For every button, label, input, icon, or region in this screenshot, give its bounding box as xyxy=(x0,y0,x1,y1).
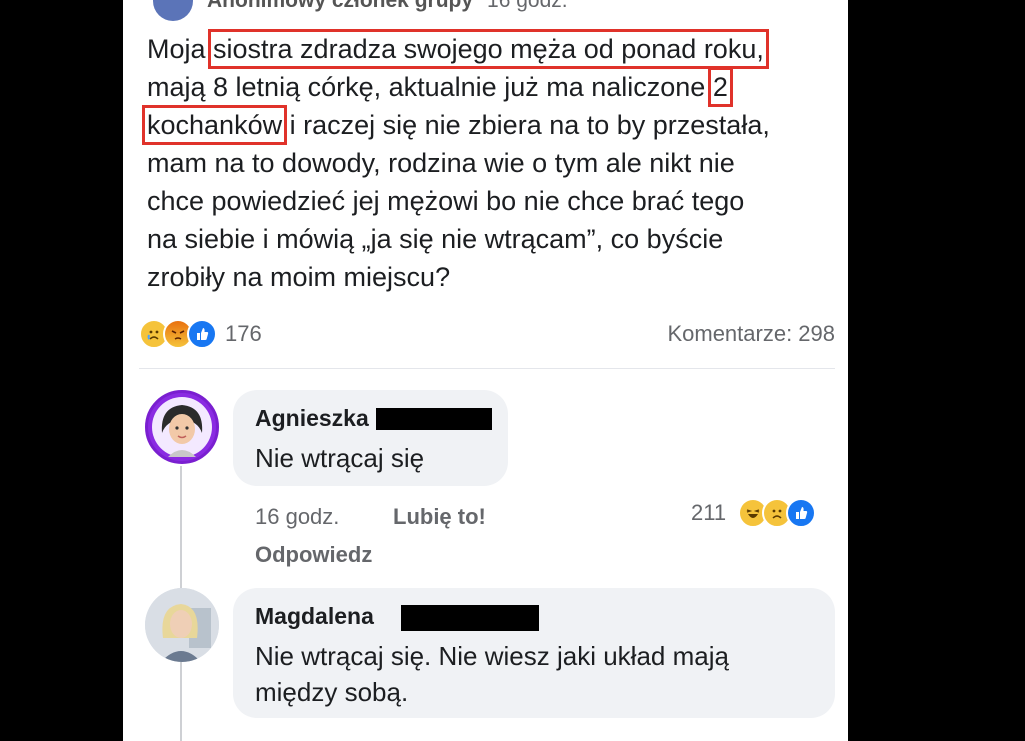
post-line: zrobiły na moim miejscu? xyxy=(147,262,451,292)
highlighted-text: siostra zdradza swojego męża od ponad ro… xyxy=(208,29,769,69)
reactions-count[interactable]: 176 xyxy=(225,321,262,347)
anonymous-avatar-icon[interactable] xyxy=(153,0,193,21)
like-button[interactable]: Lubię to! xyxy=(393,504,486,530)
divider xyxy=(139,368,835,369)
post-line: chce powiedzieć jej mężowi bo nie chce b… xyxy=(147,186,745,216)
post-text: Moja siostra zdradza swojego męża od pon… xyxy=(141,29,837,296)
comment-bubble: Magdalena Nie wtrącaj się. Nie wiesz jak… xyxy=(233,588,835,718)
post-line: kochanków i raczej się nie zbiera na to … xyxy=(141,105,837,145)
post-text-segment: i raczej się nie zbiera na to by przesta… xyxy=(282,110,770,140)
comments-count-link[interactable]: Komentarze: 298 xyxy=(667,321,835,347)
post-text-segment: Moja xyxy=(147,34,214,64)
facebook-post-screenshot: Anonimowy członek grupy 16 godz. Moja si… xyxy=(123,0,848,741)
comment-time[interactable]: 16 godz. xyxy=(255,504,339,530)
avatar[interactable] xyxy=(145,588,219,662)
like-icon xyxy=(786,498,817,528)
reactions-bar: 176 Komentarze: 298 xyxy=(139,318,835,350)
post-text-segment: mają 8 letnią córkę, aktualnie już ma na… xyxy=(147,72,713,102)
post-author[interactable]: Anonimowy członek grupy xyxy=(207,0,473,13)
like-icon[interactable] xyxy=(187,319,217,349)
avatar[interactable] xyxy=(145,390,219,464)
highlighted-text: 2 xyxy=(707,67,733,107)
comment-reactions[interactable]: 211 xyxy=(691,498,817,528)
comment-author[interactable]: Agnieszka xyxy=(255,405,369,432)
comment-text: Nie wtrącaj się xyxy=(255,443,425,473)
redaction-bar xyxy=(376,408,492,430)
comment-reactions-count[interactable]: 211 xyxy=(691,500,726,526)
post-time[interactable]: 16 godz. xyxy=(487,0,568,13)
redaction-bar xyxy=(401,605,539,631)
post-header: Anonimowy członek grupy 16 godz. xyxy=(153,0,568,21)
comment-text: Nie wtrącaj się. Nie wiesz jaki układ ma… xyxy=(255,641,729,671)
post-line: mają 8 letnią córkę, aktualnie już ma na… xyxy=(147,67,837,107)
reply-button[interactable]: Odpowiedz xyxy=(255,542,372,568)
comment-author[interactable]: Magdalena xyxy=(255,603,374,630)
highlighted-text: kochanków xyxy=(141,105,288,145)
post-line: mam na to dowody, rodzina wie o tym ale … xyxy=(147,148,735,178)
post-line: Moja siostra zdradza swojego męża od pon… xyxy=(147,29,837,69)
comment-meta-cut-off xyxy=(233,730,833,741)
post-line: na siebie i mówią „ja się nie wtrącam”, … xyxy=(147,224,724,254)
comment-bubble: Agnieszka Nie wtrącaj się xyxy=(233,390,508,486)
comment-text: między sobą. xyxy=(255,677,409,707)
